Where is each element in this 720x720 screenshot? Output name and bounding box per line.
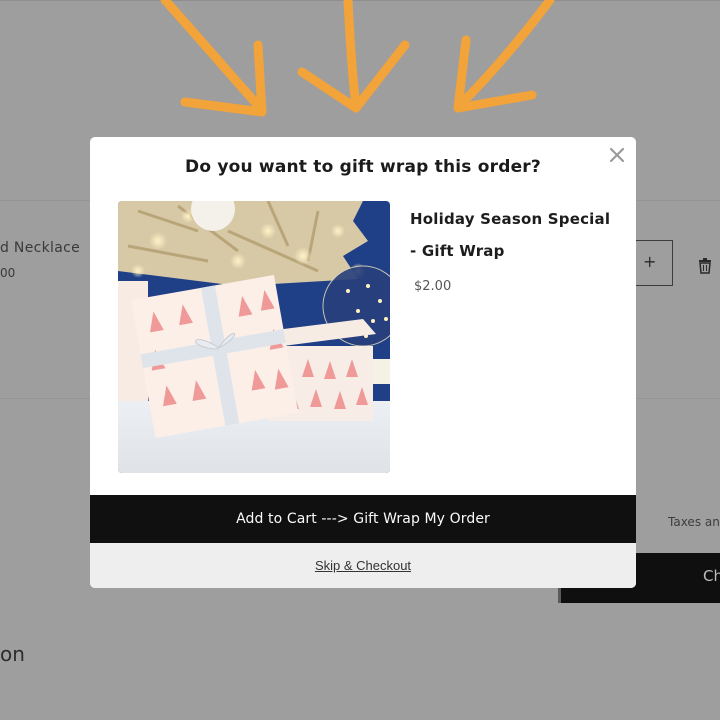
- taxes-note: Taxes and: [668, 515, 720, 529]
- skip-section: Skip & Checkout: [90, 543, 636, 588]
- cart-item-price: 00: [0, 266, 16, 280]
- product-title[interactable]: Holiday Season Special - Gift Wrap: [410, 203, 616, 267]
- close-icon[interactable]: [608, 146, 626, 164]
- quantity-plus-button[interactable]: +: [643, 252, 656, 272]
- add-gift-wrap-button[interactable]: Add to Cart ---> Gift Wrap My Order: [90, 495, 636, 543]
- trash-icon[interactable]: [698, 258, 712, 278]
- modal-title: Do you want to gift wrap this order?: [185, 157, 541, 177]
- section-heading: on: [0, 642, 25, 666]
- gift-wrap-modal: Do you want to gift wrap this order? Hol…: [90, 137, 636, 588]
- annotation-arrows: [160, 0, 555, 117]
- checkout-button-label: Che: [703, 567, 720, 585]
- cart-item-name[interactable]: d Necklace: [0, 240, 80, 256]
- skip-checkout-link[interactable]: Skip & Checkout: [315, 558, 411, 573]
- gift-wrap-product-image: [118, 201, 390, 473]
- product-price: $2.00: [414, 279, 452, 294]
